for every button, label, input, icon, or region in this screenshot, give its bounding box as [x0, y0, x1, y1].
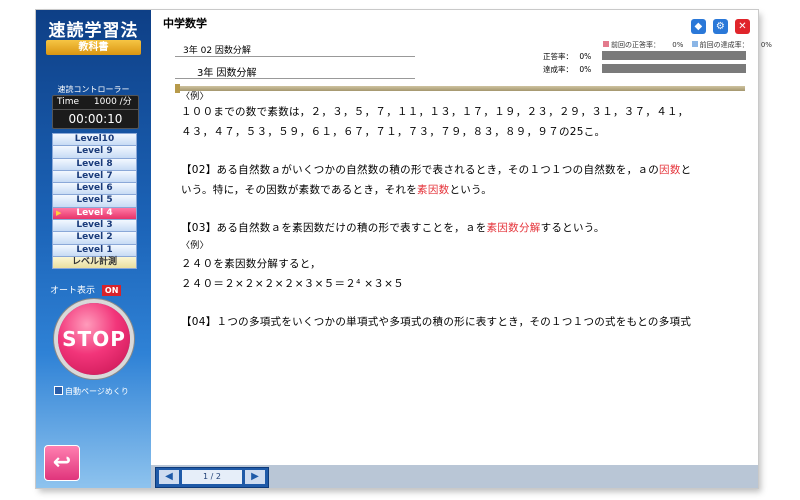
legend-achieve-label: 前回の達成率：	[699, 41, 749, 49]
timer: 00:00:10	[68, 112, 123, 126]
speed-display: Time 1000 /分 00:00:10	[52, 95, 139, 129]
level-item-1[interactable]: Level 1	[52, 243, 137, 256]
auto-display-row: オート表示 ON	[50, 285, 140, 297]
legend-correct-label: 前回の正答率：	[611, 41, 660, 49]
content-line: ４３，４７，５３，５９，６１，６７，７１，７３，７９，８３，８９，９７の25こ。	[181, 126, 606, 138]
return-button[interactable]: ↩	[44, 445, 80, 481]
legend-correct-value: 0%	[672, 41, 684, 49]
reading-progress-bar	[175, 86, 745, 91]
achievement-rate-bar	[602, 64, 746, 73]
gear-icon[interactable]: ⚙	[712, 19, 728, 34]
content-line: ２４０を素因数分解すると，	[181, 258, 321, 270]
level-item-2[interactable]: Level 2	[52, 231, 137, 244]
cube-icon[interactable]: ◆	[690, 19, 706, 34]
divider	[175, 78, 415, 79]
window-buttons: ◆ ⚙ ✕	[689, 14, 750, 34]
content-line: いう。特に，その因数が素数であるとき，それを素因数という。	[181, 180, 741, 200]
level-item-4[interactable]: Level 4	[52, 206, 137, 219]
term-highlight: 因数	[659, 164, 681, 176]
example-label: 〈例〉	[181, 92, 209, 102]
speed-label: Time	[57, 97, 80, 107]
text-span: と	[680, 164, 692, 176]
text-span: 【02】ある自然数ａがいくつかの自然数の積の形で表されるとき，その１つ１つの自然…	[181, 164, 660, 176]
level-item-3[interactable]: Level 3	[52, 219, 137, 232]
app-subtitle: 教科書	[46, 40, 141, 55]
content-line: １００までの数で素数は，２，３，５，７，１１，１３，１７，１９，２３，２９，３１…	[181, 106, 689, 118]
content-line: 【02】ある自然数ａがいくつかの自然数の積の形で表されるとき，その１つ１つの自然…	[181, 160, 741, 180]
text-span: という。	[449, 184, 493, 196]
level-item-5[interactable]: Level 5	[52, 194, 137, 207]
auto-display-toggle[interactable]: ON	[101, 285, 122, 296]
text-span: 【03】ある自然数ａを素因数だけの積の形で表すことを，ａを	[181, 222, 487, 234]
reading-content: 〈例〉 １００までの数で素数は，２，３，５，７，１１，１３，１７，１９，２３，２…	[181, 92, 741, 332]
return-arrow-icon: ↩	[52, 450, 72, 475]
stop-button[interactable]: STOP	[58, 303, 130, 375]
achievement-rate-value: 0%	[579, 65, 592, 74]
text-span: するという。	[540, 222, 605, 234]
speed-value: 1000 /分	[93, 97, 132, 107]
pager-control: ◀ 1 / 2 ▶	[155, 467, 269, 488]
achievement-rate-label: 達成率：	[543, 65, 573, 74]
next-arrow-icon[interactable]: ▶	[245, 470, 265, 484]
legend-achieve-value: 0%	[760, 41, 772, 49]
sidebar: 速読学習法 教科書 速読コントローラー Time 1000 /分 00:00:1…	[36, 10, 151, 488]
controller-label: 速読コントローラー	[57, 85, 130, 94]
term-highlight: 素因数分解	[486, 222, 541, 234]
main-panel: 中学数学 ◆ ⚙ ✕ 3年 02 因数分解 3年 因数分解 前回の正答率： 0%…	[151, 10, 772, 488]
chapter-title: 3年 因数分解	[197, 68, 257, 79]
level-item-8[interactable]: Level 8	[52, 157, 137, 170]
close-icon[interactable]: ✕	[735, 19, 750, 34]
correct-rate: 正答率： 0%	[543, 51, 591, 62]
content-line: 【04】１つの多項式をいくつかの単項式や多項式の積の形に表すとき，その１つ１つの…	[181, 316, 692, 328]
previous-results-legend: 前回の正答率： 0% 前回の達成率： 0%	[603, 40, 772, 50]
correct-rate-bar	[602, 51, 746, 60]
reading-cursor	[175, 84, 180, 93]
example-label: 〈例〉	[181, 241, 209, 251]
level-item-10[interactable]: Level10	[52, 133, 137, 146]
level-list: Level10 Level 9 Level 8 Level 7 Level 6 …	[52, 133, 137, 270]
auto-display-label: オート表示	[50, 286, 96, 296]
text-span: いう。特に，その因数が素数であるとき，それを	[181, 184, 418, 196]
legend-swatch-correct	[603, 41, 609, 47]
term-highlight: 素因数	[417, 184, 450, 196]
prev-arrow-icon[interactable]: ◀	[159, 470, 179, 484]
breadcrumb: 3年 02 因数分解	[183, 46, 251, 56]
auto-page-checkbox[interactable]	[54, 386, 63, 395]
content-line: ２４０＝２×２×２×２×３×５＝２⁴ ×３×５	[181, 278, 405, 290]
level-measure-button[interactable]: レベル計測	[52, 255, 137, 270]
page-number: 1 / 2	[182, 470, 242, 484]
level-item-6[interactable]: Level 6	[52, 182, 137, 195]
correct-rate-value: 0%	[579, 52, 592, 61]
level-item-7[interactable]: Level 7	[52, 169, 137, 183]
legend-swatch-achieve	[691, 41, 698, 47]
app-title: 速読学習法	[48, 21, 139, 41]
level-item-9[interactable]: Level 9	[52, 145, 137, 158]
divider	[175, 56, 415, 57]
auto-page-label: 自動ページめくり	[65, 387, 129, 396]
achievement-rate: 達成率： 0%	[543, 64, 591, 75]
correct-rate-label: 正答率：	[543, 52, 573, 61]
auto-page-option[interactable]: 自動ページめくり	[54, 386, 146, 397]
content-line: 【03】ある自然数ａを素因数だけの積の形で表すことを，ａを素因数分解するという。	[181, 218, 741, 238]
pager-bar: ◀ 1 / 2 ▶	[151, 465, 758, 488]
subject-title: 中学数学	[163, 17, 207, 30]
